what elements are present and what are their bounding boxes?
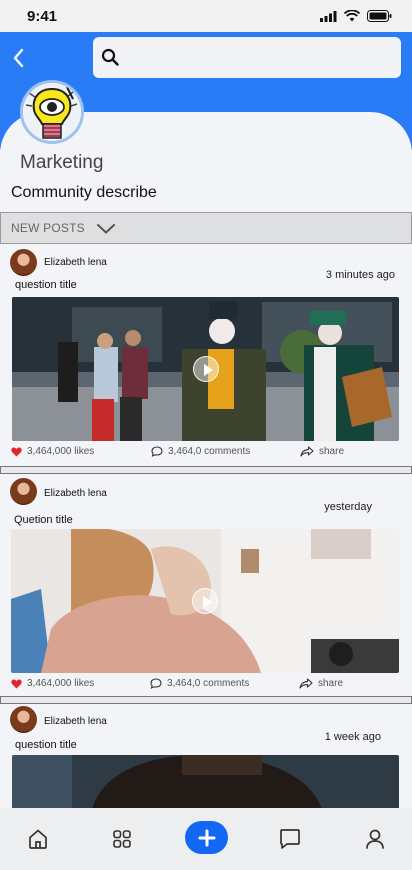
battery-icon xyxy=(367,10,392,22)
share-button[interactable]: share xyxy=(299,678,343,689)
search-icon xyxy=(101,48,119,66)
chevron-down-icon xyxy=(96,224,115,234)
comment-button[interactable]: 3,464,0 comments xyxy=(151,446,250,457)
likes-count: 3,464,000 likes xyxy=(27,678,95,689)
comments-count: 3,464,0 comments xyxy=(167,678,250,689)
feed-filter-dropdown[interactable]: NEW POSTS xyxy=(0,212,412,244)
heart-icon xyxy=(11,679,22,688)
post-divider xyxy=(0,696,412,704)
comments-count: 3,464,0 comments xyxy=(168,446,251,457)
post-video[interactable] xyxy=(12,755,399,809)
chat-icon xyxy=(280,829,300,849)
nav-home[interactable] xyxy=(25,826,51,852)
profile-icon xyxy=(366,829,384,849)
back-button[interactable] xyxy=(8,45,28,71)
like-button[interactable]: 3,464,000 likes xyxy=(11,446,94,457)
lightbulb-icon xyxy=(23,83,81,141)
nav-messages[interactable] xyxy=(277,826,303,852)
nav-categories[interactable] xyxy=(109,826,135,852)
post-time: yesterday xyxy=(324,501,372,513)
community-description: Community describe xyxy=(11,184,157,201)
post-video-thumbnail xyxy=(12,755,399,809)
signal-icon xyxy=(320,10,337,22)
likes-count: 3,464,000 likes xyxy=(27,446,95,457)
post-title[interactable]: Quetion title xyxy=(14,514,73,526)
post-stats: 3,464,000 likes 3,464,0 comments share xyxy=(0,446,412,462)
post-title[interactable]: question title xyxy=(15,739,77,751)
home-icon xyxy=(29,829,47,849)
comment-icon xyxy=(150,678,162,689)
post-time: 3 minutes ago xyxy=(325,269,395,281)
community-avatar[interactable] xyxy=(20,80,84,144)
chevron-left-icon xyxy=(13,48,24,68)
post-video[interactable] xyxy=(12,297,399,441)
post-time: 1 week ago xyxy=(324,731,381,743)
status-icons xyxy=(320,10,392,22)
heart-icon xyxy=(11,447,22,456)
status-bar: 9:41 xyxy=(0,0,412,32)
post-author[interactable]: Elizabeth lena xyxy=(44,257,107,268)
comment-icon xyxy=(151,446,163,457)
add-icon xyxy=(198,829,215,846)
post-stats: 3,464,000 likes 3,464,0 comments share xyxy=(0,678,412,694)
author-avatar[interactable] xyxy=(10,478,37,505)
share-button[interactable]: share xyxy=(300,446,344,457)
post-author[interactable]: Elizabeth lena xyxy=(44,488,107,499)
status-time: 9:41 xyxy=(27,8,58,25)
grid-icon xyxy=(113,830,131,848)
community-name: Marketing xyxy=(20,152,104,173)
nav-add-button[interactable] xyxy=(185,821,228,854)
post-author[interactable]: Elizabeth lena xyxy=(44,716,107,727)
author-avatar[interactable] xyxy=(10,706,37,733)
like-button[interactable]: 3,464,000 likes xyxy=(11,678,94,689)
search-input[interactable] xyxy=(93,37,401,78)
wifi-icon xyxy=(344,10,360,22)
play-icon[interactable] xyxy=(192,588,218,614)
post-divider xyxy=(0,466,412,474)
post-title[interactable]: question title xyxy=(15,279,77,291)
feed-filter-label: NEW POSTS xyxy=(11,221,85,235)
author-avatar[interactable] xyxy=(10,249,37,276)
share-label: share xyxy=(319,446,345,457)
share-icon xyxy=(299,678,313,689)
share-label: share xyxy=(318,678,344,689)
play-icon[interactable] xyxy=(192,356,219,382)
comment-button[interactable]: 3,464,0 comments xyxy=(150,678,249,689)
post-video[interactable] xyxy=(11,529,399,673)
nav-profile[interactable] xyxy=(362,826,388,852)
bottom-nav xyxy=(0,808,412,870)
share-icon xyxy=(300,446,314,457)
